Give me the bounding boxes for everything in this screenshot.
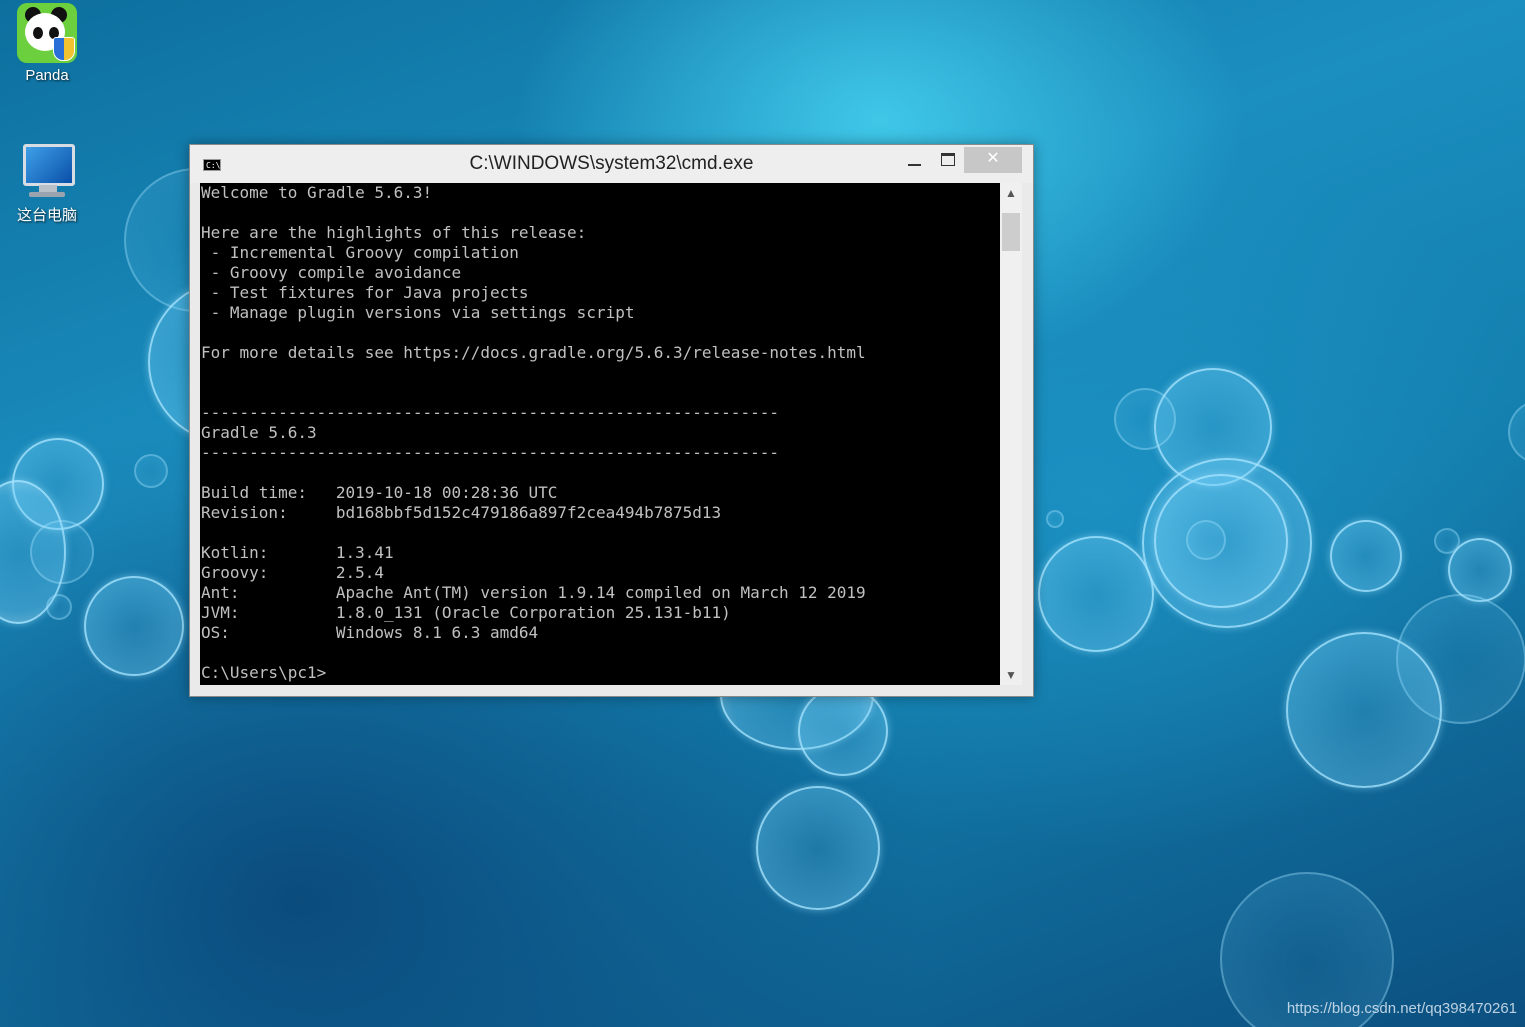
wallpaper-bubble: [1114, 388, 1176, 450]
minimize-button[interactable]: [900, 147, 928, 173]
wallpaper-bubble: [1330, 520, 1402, 592]
wallpaper-bubble: [1186, 520, 1226, 560]
wallpaper-bubble: [1508, 400, 1525, 464]
vertical-scrollbar[interactable]: ▲ ▼: [1000, 183, 1022, 685]
console-line: - Incremental Groovy compilation: [201, 243, 519, 262]
console-line: - Manage plugin versions via settings sc…: [201, 303, 635, 322]
maximize-button[interactable]: [934, 147, 962, 173]
scroll-up-icon[interactable]: ▲: [1000, 183, 1022, 203]
console-output[interactable]: Welcome to Gradle 5.6.3! Here are the hi…: [200, 183, 1000, 685]
wallpaper-bubble: [798, 686, 888, 776]
computer-icon: [17, 140, 77, 200]
console-line: OS: Windows 8.1 6.3 amd64: [201, 623, 539, 642]
console-line: Groovy: 2.5.4: [201, 563, 385, 582]
console-line: Build time: 2019-10-18 00:28:36 UTC: [201, 483, 558, 502]
console-line: JVM: 1.8.0_131 (Oracle Corporation 25.13…: [201, 603, 731, 622]
desktop-icon-label: 这台电脑: [16, 207, 77, 224]
wallpaper-bubble: [1038, 536, 1154, 652]
scroll-down-icon[interactable]: ▼: [1000, 665, 1022, 685]
console-line: Ant: Apache Ant(TM) version 1.9.14 compi…: [201, 583, 866, 602]
console-line: Welcome to Gradle 5.6.3!: [201, 183, 433, 202]
scroll-thumb[interactable]: [1002, 213, 1020, 251]
cmd-window[interactable]: C:\ C:\WINDOWS\system32\cmd.exe ✕ Welcom…: [189, 144, 1034, 697]
desktop-icon-panda[interactable]: Panda: [7, 3, 87, 84]
console-line: Revision: bd168bbf5d152c479186a897f2cea4…: [201, 503, 722, 522]
console-line: Gradle 5.6.3: [201, 423, 317, 442]
console-text: Welcome to Gradle 5.6.3! Here are the hi…: [200, 183, 1000, 683]
close-icon: ✕: [986, 150, 1000, 167]
wallpaper-bubble: [756, 786, 880, 910]
console-line: Kotlin: 1.3.41: [201, 543, 394, 562]
console-line: For more details see https://docs.gradle…: [201, 343, 866, 362]
console-line: ----------------------------------------…: [201, 443, 779, 462]
panda-shield-icon: [17, 3, 77, 63]
console-line: - Test fixtures for Java projects: [201, 283, 529, 302]
wallpaper-bubble: [1448, 538, 1512, 602]
desktop-icon-label: Panda: [25, 67, 69, 84]
wallpaper-bubble: [30, 520, 94, 584]
console-line: ----------------------------------------…: [201, 403, 779, 422]
close-button[interactable]: ✕: [964, 147, 1022, 173]
wallpaper-bubble: [1046, 510, 1064, 528]
console-line: C:\Users\pc1>: [201, 663, 327, 682]
window-titlebar[interactable]: C:\ C:\WINDOWS\system32\cmd.exe ✕: [190, 145, 1033, 183]
desktop-icon-this-pc[interactable]: 这台电脑: [7, 140, 87, 225]
console-line: Here are the highlights of this release:: [201, 223, 587, 242]
wallpaper-bubble: [134, 454, 168, 488]
wallpaper-bubble: [84, 576, 184, 676]
console-line: - Groovy compile avoidance: [201, 263, 462, 282]
wallpaper-bubble: [46, 594, 72, 620]
desktop-background[interactable]: Panda 这台电脑 C:\ C:\WINDOWS\system32\cmd.e…: [0, 0, 1525, 1027]
wallpaper-bubble: [1286, 632, 1442, 788]
watermark-text: https://blog.csdn.net/qq398470261: [1286, 1000, 1517, 1017]
